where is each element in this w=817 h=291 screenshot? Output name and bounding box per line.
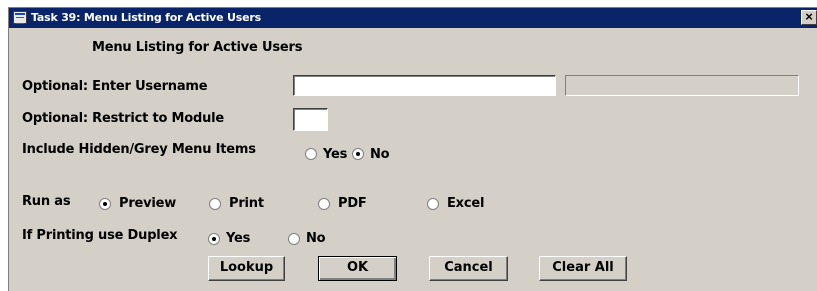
duplex-no-label[interactable]: No — [306, 231, 326, 246]
run-as-pdf-label[interactable]: PDF — [338, 196, 367, 211]
run-as-excel-radio[interactable] — [427, 198, 439, 210]
duplex-label: If Printing use Duplex — [22, 228, 178, 243]
run-as-preview-radio[interactable] — [99, 198, 111, 210]
clear-all-button[interactable]: Clear All — [539, 256, 627, 281]
run-as-label: Run as — [22, 194, 71, 209]
ok-button[interactable]: OK — [318, 256, 397, 281]
hidden-yes-radio[interactable] — [305, 148, 317, 160]
username-label: Optional: Enter Username — [22, 79, 208, 94]
lookup-button[interactable]: Lookup — [208, 256, 285, 281]
module-label: Optional: Restrict to Module — [22, 111, 225, 126]
module-input[interactable] — [293, 108, 328, 131]
dialog-window: Task 39: Menu Listing for Active Users ×… — [8, 7, 817, 291]
hidden-no-radio[interactable] — [352, 148, 364, 160]
form-heading: Menu Listing for Active Users — [92, 40, 303, 55]
run-as-preview-label[interactable]: Preview — [119, 196, 176, 211]
username-description-field — [565, 75, 799, 96]
app-icon — [13, 11, 27, 24]
run-as-print-label[interactable]: Print — [229, 196, 264, 211]
run-as-pdf-radio[interactable] — [318, 198, 330, 210]
run-as-print-radio[interactable] — [209, 198, 221, 210]
hidden-yes-label[interactable]: Yes — [323, 147, 347, 162]
cancel-button[interactable]: Cancel — [429, 256, 508, 281]
duplex-no-radio[interactable] — [288, 233, 300, 245]
run-as-excel-label[interactable]: Excel — [447, 196, 484, 211]
username-input[interactable] — [293, 75, 556, 96]
window-title: Task 39: Menu Listing for Active Users — [31, 11, 261, 24]
title-bar[interactable]: Task 39: Menu Listing for Active Users × — [9, 8, 817, 28]
hidden-no-label[interactable]: No — [370, 147, 390, 162]
hidden-items-label: Include Hidden/Grey Menu Items — [22, 142, 256, 157]
duplex-yes-label[interactable]: Yes — [226, 231, 250, 246]
close-button[interactable]: × — [801, 10, 817, 25]
duplex-yes-radio[interactable] — [208, 233, 220, 245]
